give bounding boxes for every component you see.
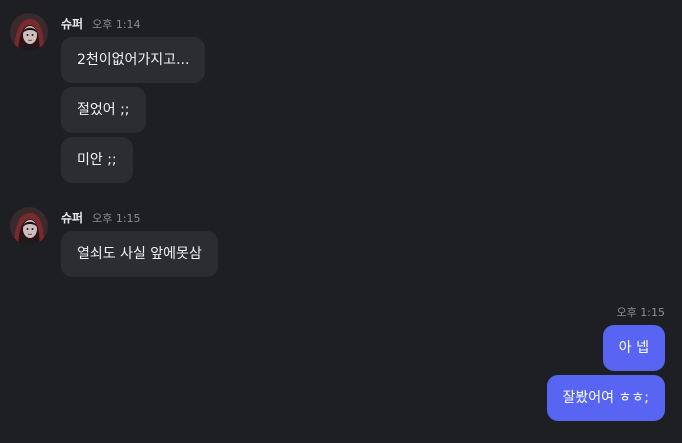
message-header: 슈퍼 오후 1:14	[61, 15, 141, 32]
message-header: 슈퍼 오후 1:15	[61, 209, 141, 226]
message-timestamp: 오후 1:15	[616, 306, 665, 319]
message-timestamp: 오후 1:14	[92, 18, 141, 31]
chat-thread: 슈퍼 오후 1:14 2천이없어가지고... 절었어 ;; 미안 ;; 슈퍼 오…	[0, 0, 682, 443]
message-bubble[interactable]: 미안 ;;	[61, 137, 133, 183]
message-timestamp: 오후 1:15	[92, 212, 141, 225]
sender-name[interactable]: 슈퍼	[61, 209, 83, 226]
sender-avatar[interactable]	[10, 13, 48, 51]
message-bubble[interactable]: 열쇠도 사실 앞에못삼	[61, 231, 218, 277]
message-bubble[interactable]: 절었어 ;;	[61, 87, 146, 133]
sender-name[interactable]: 슈퍼	[61, 15, 83, 32]
outgoing-message-bubble[interactable]: 잘봤어여 ㅎㅎ;	[546, 375, 665, 421]
message-bubble[interactable]: 2천이없어가지고...	[61, 37, 206, 83]
sender-avatar[interactable]	[10, 207, 48, 245]
avatar-portrait-icon	[10, 13, 48, 51]
avatar-portrait-icon	[10, 207, 48, 245]
outgoing-message-bubble[interactable]: 아 넵	[602, 325, 665, 371]
